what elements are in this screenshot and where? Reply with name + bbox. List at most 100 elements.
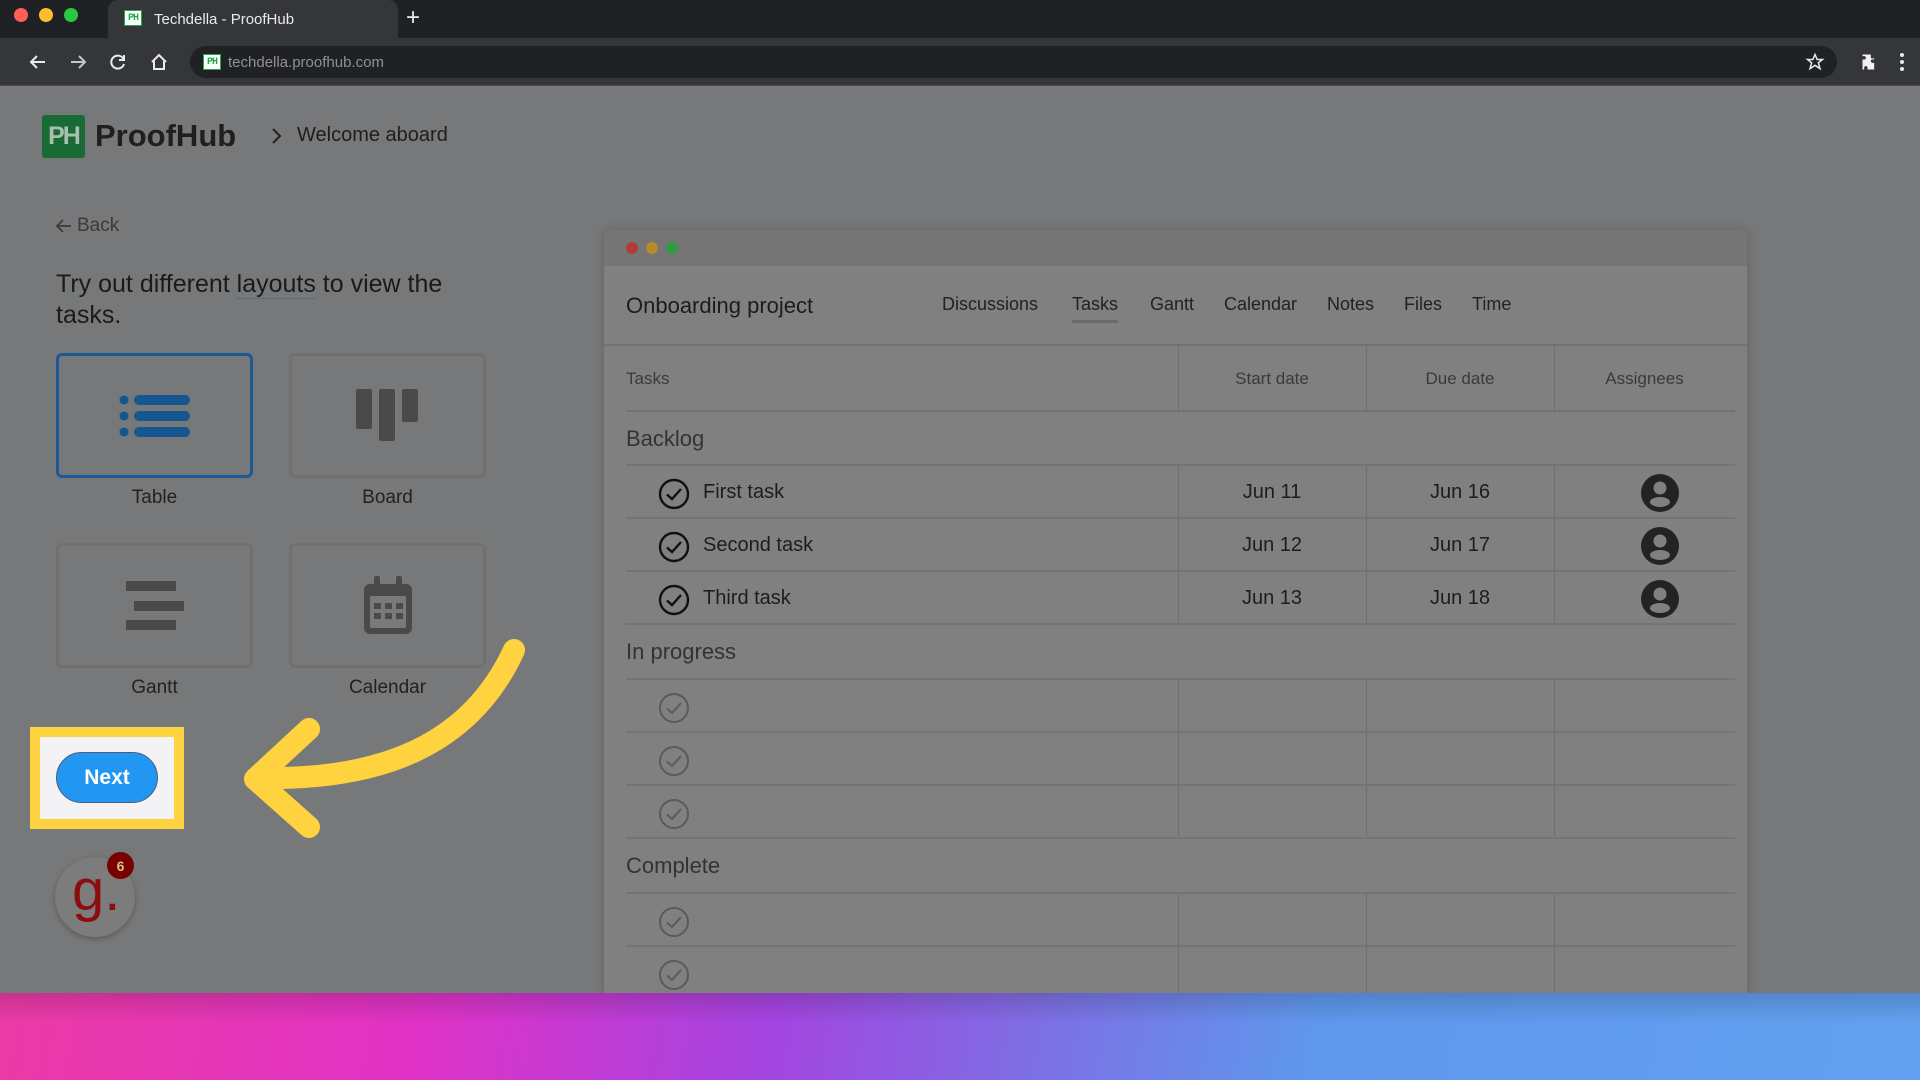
table-row[interactable] — [626, 945, 1735, 993]
calendar-icon — [363, 575, 412, 634]
home-icon[interactable] — [147, 50, 171, 74]
table-row[interactable]: First task Jun 11 Jun 16 — [626, 464, 1735, 518]
new-tab-button[interactable]: + — [406, 4, 420, 32]
project-title: Onboarding project — [626, 293, 814, 318]
column-divider — [1178, 733, 1179, 785]
browser-tab[interactable]: PH Techdella - ProofHub — [108, 0, 398, 38]
browser-menu-icon[interactable] — [1890, 50, 1914, 74]
column-header-start-date: Start date — [1235, 369, 1309, 388]
table-row[interactable] — [626, 892, 1735, 946]
proofhub-logo[interactable]: PH — [42, 115, 85, 158]
arrow-curve — [251, 639, 525, 790]
column-divider — [1554, 466, 1555, 518]
due-date: Jun 17 — [1429, 534, 1491, 556]
column-divider — [1178, 680, 1179, 732]
proofhub-favicon-icon: PH — [124, 10, 142, 26]
url-text[interactable]: techdella.proofhub.com — [228, 54, 384, 71]
section-divider — [626, 623, 1735, 625]
reload-icon[interactable] — [106, 50, 130, 74]
layout-label-gantt: Gantt — [131, 677, 178, 698]
task-name[interactable]: First task — [703, 481, 784, 504]
tab-discussions[interactable]: Discussions — [942, 294, 1038, 315]
preview-window: Onboarding project Discussions Tasks Gan… — [604, 230, 1747, 993]
preview-minimize-dot — [646, 242, 658, 254]
column-divider — [1554, 680, 1555, 732]
gantt-icon — [125, 580, 184, 630]
layout-label-calendar: Calendar — [348, 677, 427, 698]
task-name[interactable]: Third task — [703, 587, 791, 610]
site-favicon-icon: PH — [203, 54, 221, 70]
layout-tile-gantt[interactable] — [56, 543, 253, 668]
back-label: Back — [77, 215, 120, 236]
back-link[interactable]: Back — [55, 215, 119, 237]
project-header: Onboarding project Discussions Tasks Gan… — [604, 266, 1747, 346]
user-avatar-icon — [1641, 474, 1679, 512]
arrow-head — [244, 718, 320, 838]
heading-text: Try out different — [56, 270, 237, 298]
tab-tasks[interactable]: Tasks — [1072, 294, 1119, 323]
table-row[interactable] — [626, 784, 1735, 838]
column-divider — [1178, 786, 1179, 838]
check-circle-icon[interactable] — [658, 478, 690, 510]
column-divider — [1554, 786, 1555, 838]
tab-gantt[interactable]: Gantt — [1150, 294, 1194, 315]
table-row[interactable]: Third task Jun 13 Jun 18 — [626, 570, 1735, 624]
column-divider — [1554, 346, 1555, 412]
tab-files[interactable]: Files — [1404, 294, 1442, 315]
next-button[interactable]: Next — [56, 752, 158, 803]
column-header-due-date: Due date — [1425, 369, 1495, 388]
section-backlog: Backlog — [626, 426, 705, 451]
column-divider — [1366, 733, 1367, 785]
table-row[interactable] — [626, 678, 1735, 732]
column-divider — [1366, 947, 1367, 993]
check-circle-icon[interactable] — [658, 959, 690, 991]
check-circle-icon[interactable] — [658, 906, 690, 938]
column-divider — [1554, 519, 1555, 571]
check-circle-icon[interactable] — [658, 584, 690, 616]
task-name[interactable]: Second task — [703, 534, 813, 557]
bookmark-star-icon[interactable] — [1805, 52, 1825, 77]
layout-tile-table[interactable] — [56, 353, 253, 478]
check-circle-icon[interactable] — [658, 531, 690, 563]
breadcrumb-current: Welcome aboard — [297, 124, 448, 146]
start-date: Jun 13 — [1241, 587, 1303, 609]
layout-tile-calendar[interactable] — [289, 543, 486, 668]
table-row[interactable] — [626, 731, 1735, 785]
check-circle-icon[interactable] — [658, 798, 690, 830]
section-complete: Complete — [626, 853, 721, 878]
table-row[interactable]: Second task Jun 12 Jun 17 — [626, 517, 1735, 571]
user-avatar-icon — [1641, 580, 1679, 618]
preview-maximize-dot — [666, 242, 678, 254]
breadcrumb-chevron-icon — [268, 124, 284, 153]
list-icon — [119, 394, 190, 437]
forward-nav-icon[interactable] — [66, 50, 90, 74]
brand-name: ProofHub — [95, 118, 237, 153]
back-nav-icon[interactable] — [26, 50, 50, 74]
guidde-widget-button[interactable]: g. 6 — [55, 852, 135, 937]
section-divider — [626, 837, 1735, 839]
check-circle-icon[interactable] — [658, 745, 690, 777]
column-divider — [1178, 947, 1179, 993]
start-date: Jun 11 — [1242, 481, 1302, 503]
extensions-puzzle-icon[interactable] — [1858, 50, 1882, 74]
address-bar[interactable]: PH techdella.proofhub.com — [190, 46, 1837, 78]
preview-titlebar — [604, 230, 1747, 266]
check-circle-icon[interactable] — [658, 692, 690, 724]
heading-layouts-term[interactable]: layouts — [236, 270, 316, 299]
tab-notes[interactable]: Notes — [1327, 294, 1374, 315]
user-avatar-icon — [1641, 527, 1679, 565]
board-icon — [355, 388, 418, 441]
start-date: Jun 12 — [1241, 534, 1303, 556]
column-divider — [1554, 733, 1555, 785]
window-close-button[interactable] — [14, 8, 28, 22]
layout-label-board: Board — [362, 487, 413, 508]
window-maximize-button[interactable] — [64, 8, 78, 22]
tab-time[interactable]: Time — [1472, 294, 1511, 315]
layout-tile-board[interactable] — [289, 353, 486, 478]
browser-toolbar: PH techdella.proofhub.com — [0, 38, 1920, 86]
tab-calendar[interactable]: Calendar — [1224, 294, 1297, 315]
notification-count-badge: 6 — [107, 852, 134, 879]
layout-label-table: Table — [131, 487, 178, 508]
decorative-gradient-band — [0, 993, 1920, 1080]
window-minimize-button[interactable] — [39, 8, 53, 22]
